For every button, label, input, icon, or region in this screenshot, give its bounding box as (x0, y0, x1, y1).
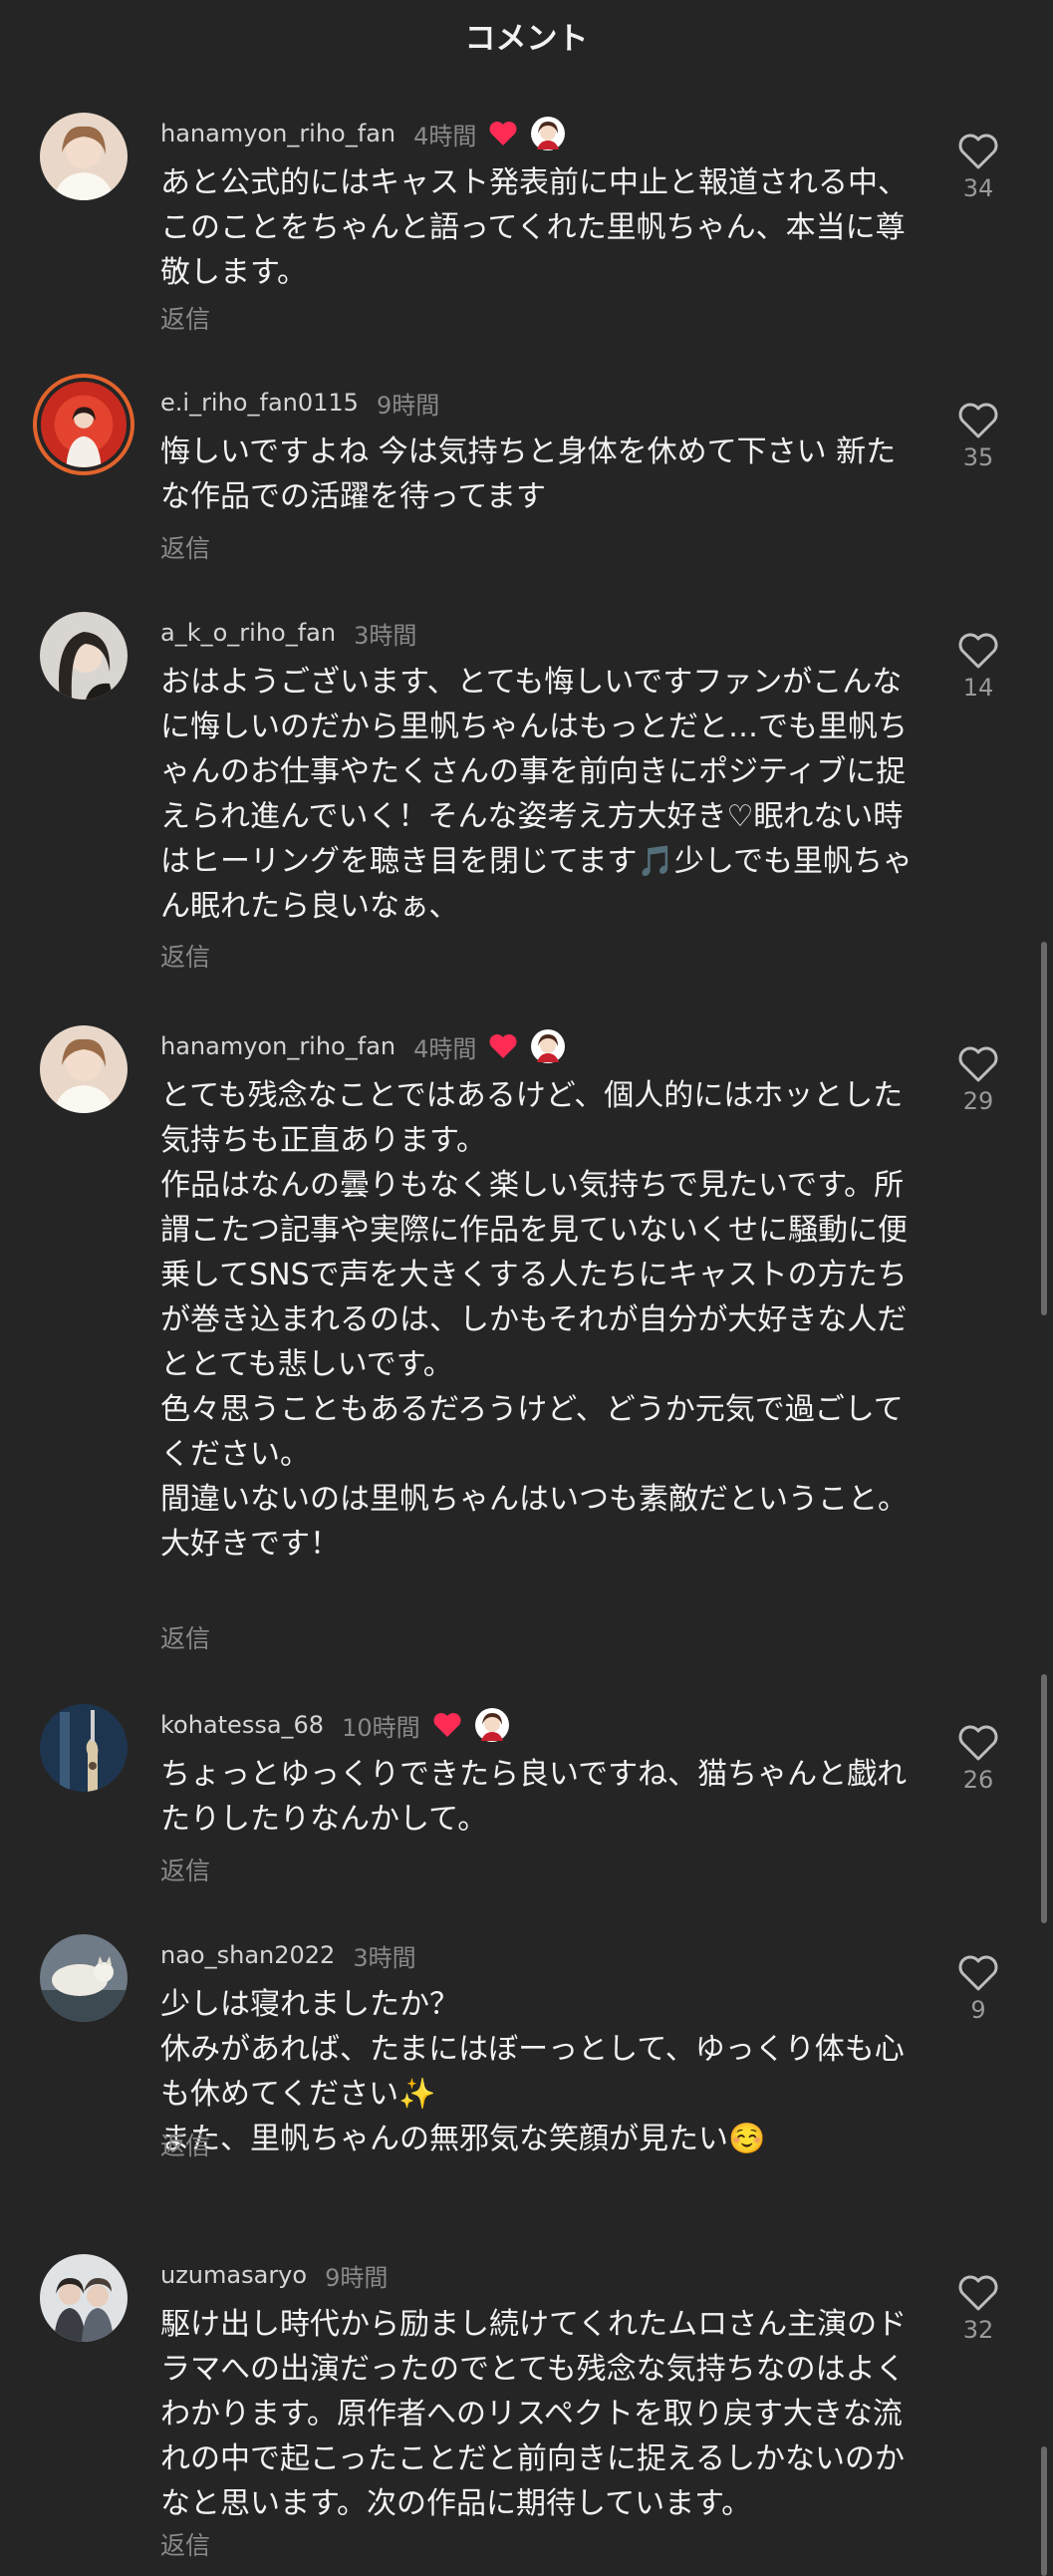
comments-title: コメント (464, 20, 589, 57)
like-button[interactable]: 26 (950, 1724, 1006, 1794)
like-button[interactable]: 32 (950, 2274, 1006, 2344)
like-count: 26 (962, 1766, 994, 1794)
heart-outline-icon (958, 2275, 998, 2311)
comment-time: 3時間 (353, 1943, 416, 1972)
like-count: 14 (962, 674, 994, 702)
user-avatar[interactable] (40, 1025, 128, 1113)
comment-text: ちょっとゆっくりできたら良いですね、猫ちゃんと戯れたりしたりなんかして。 (160, 1757, 908, 1837)
comment-username[interactable]: e.i_riho_fan0115 (160, 389, 359, 417)
like-button[interactable]: 29 (950, 1045, 1006, 1115)
comment-username[interactable]: nao_shan2022 (160, 1941, 335, 1969)
comment-username[interactable]: uzumasaryo (160, 2261, 307, 2289)
red-heart-icon (488, 121, 518, 146)
comment-username[interactable]: hanamyon_riho_fan (160, 1032, 395, 1060)
like-count: 35 (962, 443, 994, 471)
heart-outline-icon (958, 633, 998, 669)
like-button[interactable]: 35 (950, 402, 1006, 471)
user-avatar[interactable] (40, 1704, 128, 1792)
comment-text: おはようございます、とても悔しいですファンがこんなに悔しいのだから里帆ちゃんはも… (160, 665, 913, 924)
heart-outline-icon (958, 1955, 998, 1991)
red-heart-icon (432, 1712, 462, 1738)
red-heart-icon (488, 1033, 518, 1059)
scrollbar[interactable] (1041, 2446, 1047, 2576)
scrollbar[interactable] (1041, 942, 1047, 1315)
reply-button[interactable]: 返信 (160, 300, 210, 336)
like-count: 29 (962, 1087, 994, 1115)
comment-text: あと公式的にはキャスト発表前に中止と報道される中、このことをちゃんと語ってくれた… (160, 165, 908, 290)
creator-avatar-icon (530, 1028, 566, 1064)
comment-time: 4時間 (413, 1034, 477, 1063)
comment-text: 悔しいですよね 今は気持ちと身体を休めて下さい 新たな作品での活躍を待ってます (160, 434, 897, 514)
like-count: 32 (962, 2316, 994, 2344)
like-button[interactable]: 14 (950, 632, 1006, 702)
heart-outline-icon (958, 1725, 998, 1761)
comment-username[interactable]: hanamyon_riho_fan (160, 120, 395, 147)
user-avatar[interactable] (40, 2254, 128, 2342)
reply-button[interactable]: 返信 (160, 2526, 210, 2562)
like-button[interactable]: 34 (950, 133, 1006, 202)
user-avatar[interactable] (40, 612, 128, 700)
comment-time: 4時間 (413, 122, 477, 150)
heart-outline-icon (958, 403, 998, 438)
like-count: 34 (962, 174, 994, 202)
reply-button[interactable]: 返信 (160, 1619, 210, 1655)
reply-button[interactable]: 返信 (160, 1852, 210, 1887)
comments-header: コメント (0, 0, 1053, 70)
comment-text: とても残念なことではあるけど、個人的にはホッとした気持ちも正直あります。 作品は… (160, 1078, 908, 1562)
comment-username[interactable]: a_k_o_riho_fan (160, 619, 336, 647)
heart-outline-icon (958, 134, 998, 169)
user-avatar[interactable] (40, 1934, 128, 2022)
comment-time: 9時間 (325, 2263, 389, 2292)
like-button[interactable]: 9 (950, 1954, 1006, 2024)
comment-username[interactable]: kohatessa_68 (160, 1711, 324, 1739)
like-count: 9 (970, 1996, 986, 2024)
creator-avatar-icon (530, 116, 566, 151)
scrollbar[interactable] (1041, 1674, 1047, 1923)
reply-button[interactable]: 返信 (160, 938, 210, 974)
heart-outline-icon (958, 1046, 998, 1082)
creator-avatar-icon (474, 1707, 510, 1743)
user-avatar[interactable] (40, 113, 128, 200)
user-avatar[interactable] (41, 382, 127, 467)
comment-time: 3時間 (354, 621, 417, 650)
comment-text: 少しは寝れましたか？ 休みがあれば、たまにはぼーっとして、ゆっくり体も心も休めて… (160, 1987, 905, 2156)
reply-button[interactable]: 返信 (160, 2127, 210, 2162)
comment-time: 10時間 (342, 1713, 420, 1742)
reply-button[interactable]: 返信 (160, 529, 210, 565)
comment-text: 駆け出し時代から励まし続けてくれたムロさん主演のドラマへの出演だったのでとても残… (160, 2307, 908, 2521)
comment-time: 9時間 (376, 391, 440, 420)
